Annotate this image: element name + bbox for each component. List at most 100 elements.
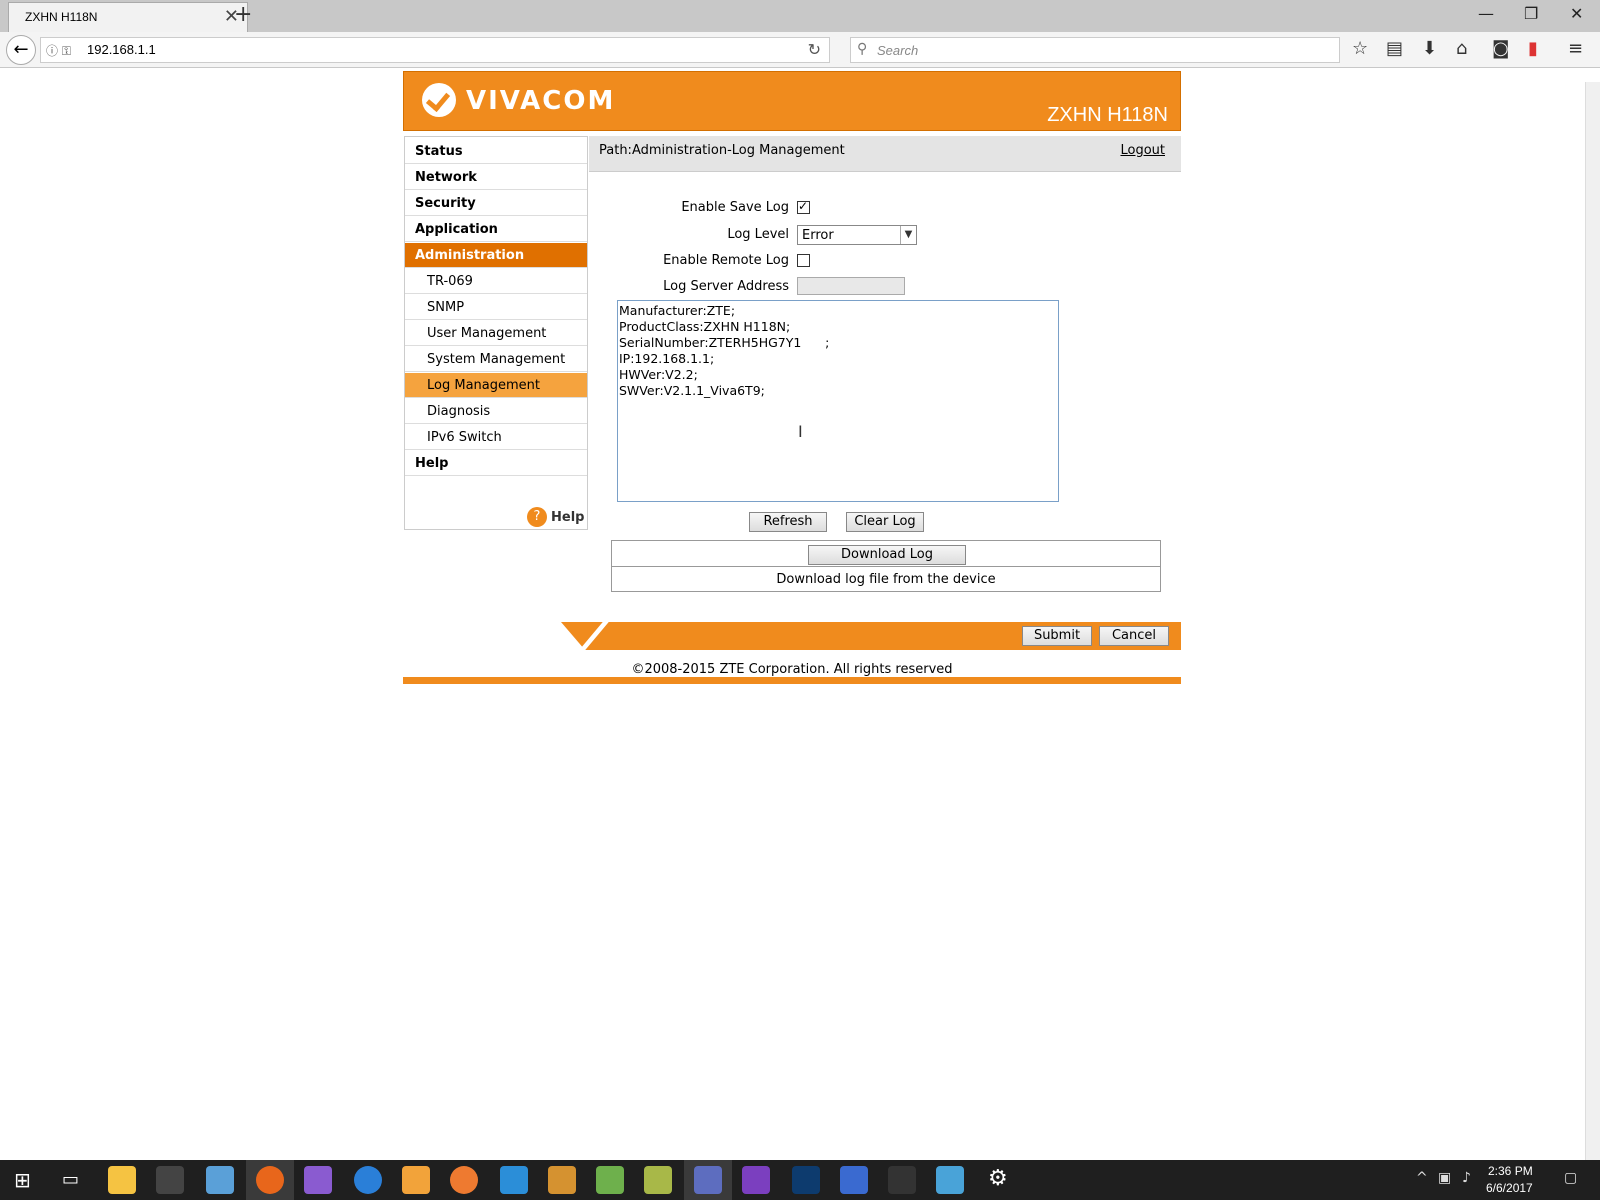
app-icon[interactable] <box>644 1166 672 1194</box>
app-icon[interactable] <box>548 1166 576 1194</box>
app-icon[interactable] <box>354 1166 382 1194</box>
enable-remote-log-checkbox[interactable] <box>797 254 810 267</box>
log-level-select[interactable]: Error ▼ <box>797 225 917 245</box>
sidebar-item-diagnosis[interactable]: Diagnosis <box>405 399 587 424</box>
photoshop-icon[interactable] <box>792 1166 820 1194</box>
text-cursor-icon: I <box>798 422 803 441</box>
app-icon[interactable] <box>840 1166 868 1194</box>
sidebar-item-system-management[interactable]: System Management <box>405 347 587 372</box>
sidebar-item-network[interactable]: Network <box>405 165 587 190</box>
sidebar-item-ipv6-switch[interactable]: IPv6 Switch <box>405 425 587 450</box>
log-server-address-label: Log Server Address <box>663 279 789 294</box>
network-icon[interactable]: ▣ <box>1438 1170 1451 1186</box>
tab-title: ZXHN H118N <box>25 10 98 24</box>
browser-tab[interactable]: ZXHN H118N ✕ <box>8 2 248 32</box>
url-text: 192.168.1.1 <box>87 42 156 57</box>
sidebar-item-status[interactable]: Status <box>405 139 587 164</box>
refresh-button[interactable]: Refresh <box>749 512 827 532</box>
clock-time[interactable]: 2:36 PM <box>1488 1164 1533 1178</box>
windows-taskbar: ⊞ ▭ ⚙ ^ ▣ ♪ 2:36 PM 6/6/2017 ▢ <box>0 1160 1600 1200</box>
file-explorer-icon[interactable] <box>108 1166 136 1194</box>
pocket-icon[interactable]: ◙ <box>1492 38 1509 59</box>
clock-date[interactable]: 6/6/2017 <box>1486 1181 1533 1195</box>
window-close-icon[interactable]: ✕ <box>1570 4 1583 23</box>
terminal-icon[interactable] <box>156 1166 184 1194</box>
restore-icon[interactable]: ❐ <box>1524 4 1538 23</box>
sidebar-item-label: Status <box>415 144 463 159</box>
brand-logo-text: VIVACOM <box>466 86 616 116</box>
teamviewer-icon[interactable] <box>500 1166 528 1194</box>
sidebar-item-snmp[interactable]: SNMP <box>405 295 587 320</box>
sidebar-item-label: Network <box>415 170 477 185</box>
sidebar-nav: Status Network Security Application Administ… <box>404 136 588 530</box>
address-bar[interactable]: ⓘ ⚿ 192.168.1.1 ↻ <box>40 37 830 63</box>
log-server-address-input[interactable] <box>797 277 905 295</box>
help-link[interactable]: Help <box>551 510 584 525</box>
reading-list-icon[interactable]: ▤ <box>1386 38 1403 59</box>
sidebar-item-help[interactable]: Help <box>405 451 587 476</box>
sidebar-item-label: System Management <box>427 352 566 367</box>
device-model: ZXHN H118N <box>1047 104 1168 126</box>
logout-link[interactable]: Logout <box>1120 143 1165 158</box>
submit-button[interactable]: Submit <box>1022 626 1092 646</box>
app-icon[interactable] <box>888 1166 916 1194</box>
vivacom-logo-icon <box>422 83 456 117</box>
blender-icon[interactable] <box>450 1166 478 1194</box>
sidebar-item-label: Security <box>415 196 476 211</box>
page-scrollbar[interactable] <box>1585 82 1600 1162</box>
download-log-table: Download Log Download log file from the … <box>611 540 1161 592</box>
hamburger-menu-icon[interactable]: ≡ <box>1568 38 1583 59</box>
download-icon[interactable]: ⬇ <box>1422 38 1437 59</box>
search-input[interactable]: ⚲ Search <box>850 37 1340 63</box>
cancel-button[interactable]: Cancel <box>1099 626 1169 646</box>
settings-gear-icon[interactable]: ⚙ <box>988 1166 1008 1191</box>
visual-studio-icon[interactable] <box>742 1166 770 1194</box>
download-log-button[interactable]: Download Log <box>808 545 966 565</box>
main-content: Path:Administration-Log Management Logou… <box>589 136 1181 616</box>
sidebar-item-log-management[interactable]: Log Management <box>405 373 587 398</box>
search-icon: ⚲ <box>857 41 868 57</box>
extension-icon[interactable]: ▮ <box>1528 38 1538 59</box>
enable-save-log-label: Enable Save Log <box>681 200 789 215</box>
router-page: VIVACOM ZXHN H118N Status Network Security… <box>403 71 1181 685</box>
app-icon[interactable] <box>596 1166 624 1194</box>
app-icon[interactable] <box>402 1166 430 1194</box>
log-textarea[interactable]: Manufacturer:ZTE; ProductClass:ZXHN H118… <box>617 300 1059 502</box>
sidebar-item-tr-069[interactable]: TR-069 <box>405 269 587 294</box>
enable-remote-log-label: Enable Remote Log <box>663 253 789 268</box>
minimize-icon[interactable]: — <box>1478 4 1494 23</box>
log-line: ProductClass:ZXHN H118N; <box>619 319 791 334</box>
help-icon[interactable]: ? <box>527 507 547 527</box>
sidebar-item-application[interactable]: Application <box>405 217 587 242</box>
reload-icon[interactable]: ↻ <box>808 40 821 59</box>
back-arrow-icon[interactable]: ← <box>6 35 36 65</box>
app-icon[interactable] <box>694 1166 722 1194</box>
enable-save-log-checkbox[interactable] <box>797 199 810 214</box>
app-icon[interactable] <box>206 1166 234 1194</box>
info-icon[interactable]: ⓘ ⚿ <box>46 42 71 59</box>
browser-titlebar: ZXHN H118N ✕ + — ❐ ✕ <box>0 0 1600 32</box>
sidebar-item-administration[interactable]: Administration <box>405 243 587 268</box>
volume-icon[interactable]: ♪ <box>1462 1170 1471 1186</box>
download-row: Download Log <box>612 541 1160 567</box>
breadcrumb-path: Path:Administration-Log Management <box>599 143 845 158</box>
chevron-up-icon[interactable]: ^ <box>1416 1170 1428 1186</box>
app-icon[interactable] <box>304 1166 332 1194</box>
sidebar-item-security[interactable]: Security <box>405 191 587 216</box>
sidebar-item-label: SNMP <box>427 300 465 315</box>
firefox-icon[interactable] <box>256 1166 284 1194</box>
bookmark-star-icon[interactable]: ☆ <box>1352 38 1368 59</box>
task-view-icon[interactable]: ▭ <box>62 1169 79 1190</box>
plus-icon[interactable]: + <box>234 2 252 27</box>
sidebar-item-label: Diagnosis <box>427 404 491 419</box>
app-icon[interactable] <box>936 1166 964 1194</box>
clear-log-button[interactable]: Clear Log <box>846 512 924 532</box>
home-icon[interactable]: ⌂ <box>1456 38 1467 59</box>
notification-icon[interactable]: ▢ <box>1564 1170 1577 1186</box>
log-line: SerialNumber:ZTERH5HG7Y1 ; <box>619 335 830 350</box>
sidebar-item-label: TR-069 <box>427 274 473 289</box>
chevron-down-icon[interactable]: ▼ <box>900 226 916 244</box>
windows-start-icon[interactable]: ⊞ <box>14 1168 31 1192</box>
sidebar-item-user-management[interactable]: User Management <box>405 321 587 346</box>
sidebar-item-label: Help <box>415 456 449 471</box>
